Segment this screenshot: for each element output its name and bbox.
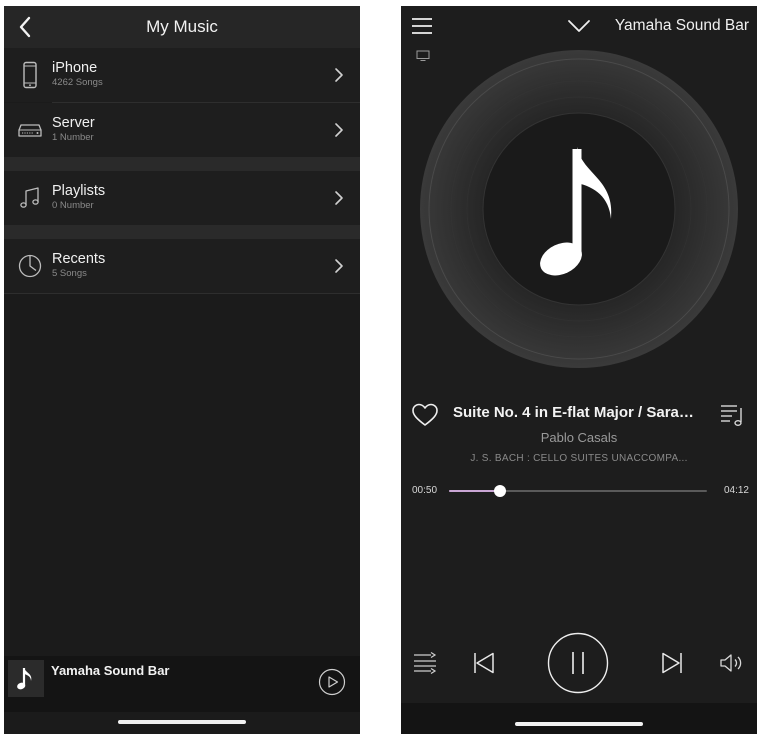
pause-button[interactable] <box>547 632 609 694</box>
back-button[interactable] <box>12 14 38 40</box>
source-item-label: Playlists <box>52 183 106 199</box>
previous-track-icon[interactable] <box>473 652 495 674</box>
home-indicator <box>118 720 246 724</box>
device-name[interactable]: Yamaha Sound Bar <box>615 17 749 35</box>
source-item-text: Server 1 Number <box>52 115 95 143</box>
progress-thumb[interactable] <box>494 485 507 497</box>
progress-fill <box>449 490 501 492</box>
source-item-text: iPhone 4262 Songs <box>52 60 103 88</box>
source-item-count: 5 Songs <box>52 268 87 279</box>
now-playing-header: Yamaha Sound Bar <box>401 6 757 48</box>
source-item-count: 0 Number <box>52 200 94 211</box>
playback-controls <box>401 628 757 698</box>
row-divider <box>4 293 360 294</box>
total-time: 04:12 <box>723 485 749 496</box>
source-item-playlists[interactable]: Playlists 0 Number <box>4 171 360 225</box>
track-artist: Pablo Casals <box>540 430 618 445</box>
page-title: My Music <box>146 17 218 36</box>
chevron-right-icon <box>335 191 343 205</box>
chevron-right-icon <box>335 123 343 137</box>
chevron-right-icon <box>335 259 343 273</box>
mini-player-device: Yamaha Sound Bar <box>51 663 170 678</box>
server-icon <box>16 116 44 144</box>
home-indicator <box>515 722 643 726</box>
source-item-server[interactable]: Server 1 Number <box>4 103 360 157</box>
chevron-down-icon[interactable] <box>567 18 591 34</box>
heart-icon[interactable] <box>411 402 439 428</box>
music-notes-icon <box>16 184 44 212</box>
source-item-label: iPhone <box>52 60 98 76</box>
navigation-bar: My Music <box>4 6 360 48</box>
source-item-text: Playlists 0 Number <box>52 183 105 211</box>
progress-bar[interactable]: 00:50 04:12 <box>401 481 757 503</box>
mini-play-button[interactable] <box>318 668 346 696</box>
source-item-iphone[interactable]: iPhone 4262 Songs <box>4 48 360 102</box>
clock-icon <box>16 252 44 280</box>
volume-icon[interactable] <box>719 652 745 674</box>
chevron-right-icon <box>335 68 343 82</box>
source-item-label: Recents <box>52 251 106 267</box>
source-item-text: Recents 5 Songs <box>52 251 105 279</box>
music-note-icon <box>17 667 32 689</box>
mini-player[interactable]: Yamaha Sound Bar <box>4 656 360 712</box>
source-item-count: 1 Number <box>52 132 94 143</box>
album-art-thumbnail <box>8 660 44 697</box>
my-music-screen: My Music iPhone 4262 Songs Server 1 Numb… <box>4 6 360 734</box>
track-title: Suite No. 4 in E-flat Major / Sarabande <box>453 404 703 421</box>
phone-icon <box>16 61 44 89</box>
play-circle-icon <box>318 668 346 696</box>
playlist-queue-icon[interactable] <box>719 402 745 428</box>
section-separator <box>4 157 360 171</box>
now-playing-screen: Yamaha Sound Bar Suite No. 4 in E-flat M… <box>401 6 757 734</box>
source-list-icon[interactable] <box>413 652 437 674</box>
chevron-left-icon <box>19 16 31 38</box>
source-item-count: 4262 Songs <box>52 77 103 88</box>
elapsed-time: 00:50 <box>412 485 438 496</box>
album-art-record <box>420 50 738 368</box>
section-separator <box>4 225 360 239</box>
source-item-label: Server <box>52 115 95 131</box>
source-item-recents[interactable]: Recents 5 Songs <box>4 239 360 293</box>
track-album: J. S. BACH : CELLO SUITES UNACCOMPA... <box>470 453 688 464</box>
bottom-bar <box>401 703 757 734</box>
next-track-icon[interactable] <box>661 652 683 674</box>
hamburger-icon[interactable] <box>411 16 433 36</box>
progress-track[interactable] <box>449 485 707 497</box>
